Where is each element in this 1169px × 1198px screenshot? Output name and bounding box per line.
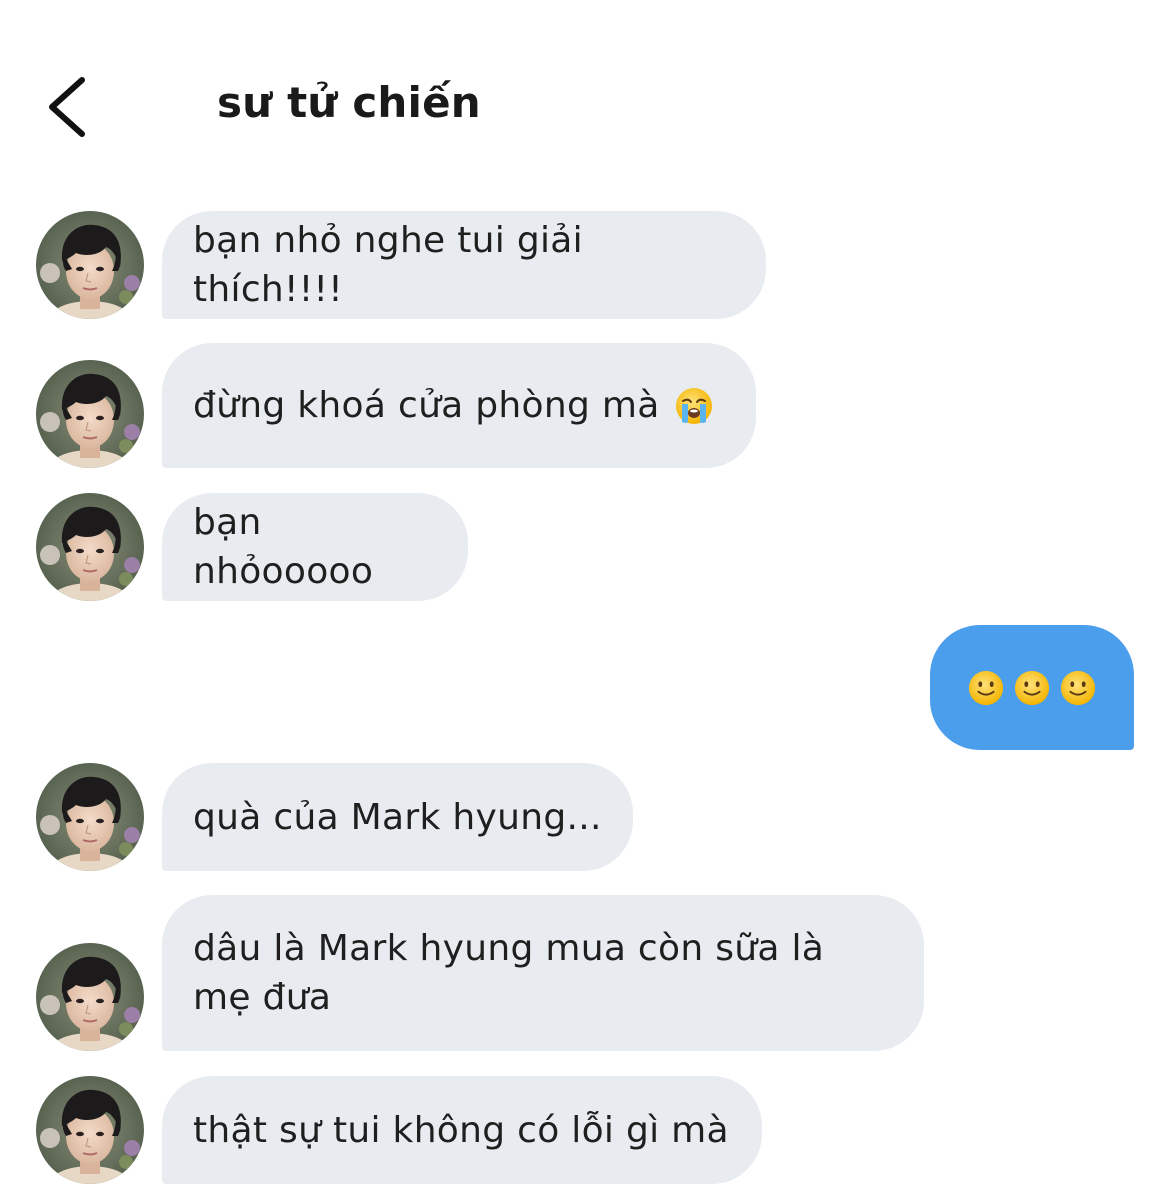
message-bubble-incoming[interactable]: thật sự tui không có lỗi gì mà	[162, 1076, 762, 1184]
message-bubble-incoming[interactable]: dâu là Mark hyung mua còn sữa là mẹ đưa	[162, 895, 924, 1051]
slightly-smiling-face-icon	[1059, 669, 1097, 707]
message-bubble-incoming[interactable]: đừng khoá cửa phòng mà	[162, 343, 756, 468]
message-text: bạn nhỏ nghe tui giải thích!!!!	[193, 220, 583, 310]
avatar[interactable]	[36, 493, 144, 601]
back-button[interactable]	[38, 72, 98, 142]
contact-name[interactable]: sư tử chiến	[217, 78, 481, 127]
avatar[interactable]	[36, 360, 144, 468]
message-text: dâu là Mark hyung mua còn sữa là mẹ đưa	[193, 928, 825, 1018]
avatar[interactable]	[36, 763, 144, 871]
message-bubble-outgoing[interactable]	[930, 625, 1134, 750]
message-text: quà của Mark hyung...	[193, 796, 602, 838]
chat-header: sư tử chiến	[0, 0, 1169, 200]
message-bubble-incoming[interactable]: bạn nhỏ nghe tui giải thích!!!!	[162, 211, 766, 319]
message-bubble-incoming[interactable]: bạn nhỏooooo	[162, 493, 468, 601]
slightly-smiling-face-icon	[967, 669, 1005, 707]
avatar[interactable]	[36, 211, 144, 319]
slightly-smiling-face-icon	[1013, 669, 1051, 707]
avatar[interactable]	[36, 1076, 144, 1184]
message-text: bạn nhỏooooo	[193, 502, 374, 592]
message-text: thật sự tui không có lỗi gì mà	[193, 1109, 729, 1151]
avatar[interactable]	[36, 943, 144, 1051]
message-bubble-incoming[interactable]: quà của Mark hyung...	[162, 763, 633, 871]
message-text: đừng khoá cửa phòng mà	[193, 385, 660, 426]
loudly-crying-face-icon	[674, 386, 714, 426]
chevron-left-icon	[49, 77, 85, 137]
